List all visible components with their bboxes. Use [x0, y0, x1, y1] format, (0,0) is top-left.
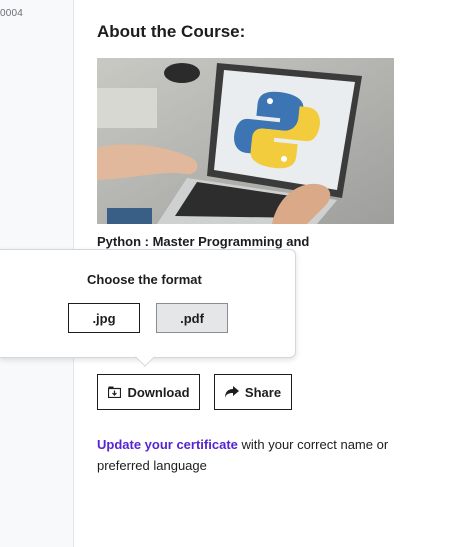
- course-image: [97, 58, 394, 224]
- format-popover: [0, 249, 296, 358]
- download-button[interactable]: Download: [97, 374, 200, 410]
- update-certificate-link[interactable]: Update your certificate: [97, 437, 238, 452]
- download-label: Download: [127, 384, 190, 400]
- format-jpg-button[interactable]: .jpg: [68, 303, 140, 333]
- popover-title: Choose the format: [87, 272, 202, 287]
- page-title: About the Course:: [97, 22, 246, 41]
- update-certificate-text: Update your certificate with your correc…: [97, 434, 397, 476]
- share-arrow-icon: [224, 385, 239, 399]
- download-icon: [107, 385, 121, 399]
- certificate-id-fragment: 0004: [0, 8, 24, 19]
- share-label: Share: [244, 384, 282, 400]
- format-pdf-button[interactable]: .pdf: [156, 303, 228, 333]
- course-name: Python : Master Programming and: [97, 234, 310, 249]
- share-button[interactable]: Share: [214, 374, 292, 410]
